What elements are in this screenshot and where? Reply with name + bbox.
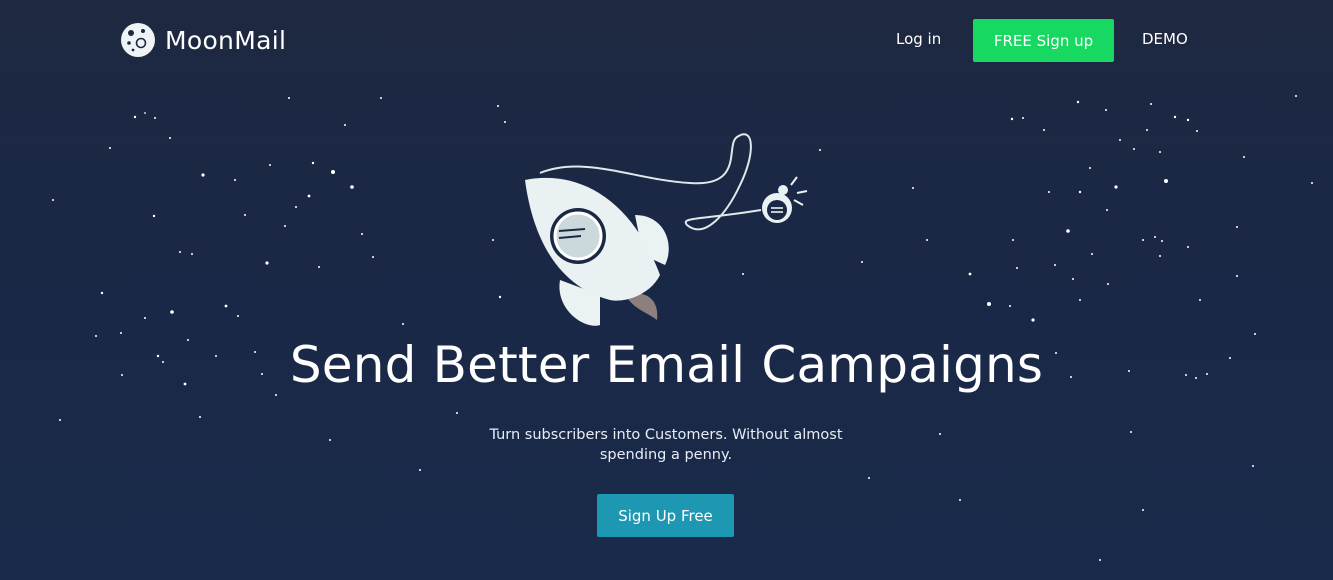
brand-name: MoonMail [165,25,287,55]
top-nav: MoonMail Log in FREE Sign up DEMO [0,0,1333,82]
hero-title: Send Better Email Campaigns [289,336,1044,394]
free-signup-button[interactable]: FREE Sign up [973,19,1114,62]
login-link[interactable]: Log in [896,30,941,48]
brand-logo[interactable]: MoonMail [119,20,286,60]
sign-up-free-button[interactable]: Sign Up Free [597,494,734,537]
moon-icon [121,23,155,57]
hero-subtitle: Turn subscribers into Customers. Without… [489,427,843,463]
demo-link[interactable]: DEMO [1142,30,1188,48]
rocket-illustration [525,133,808,326]
